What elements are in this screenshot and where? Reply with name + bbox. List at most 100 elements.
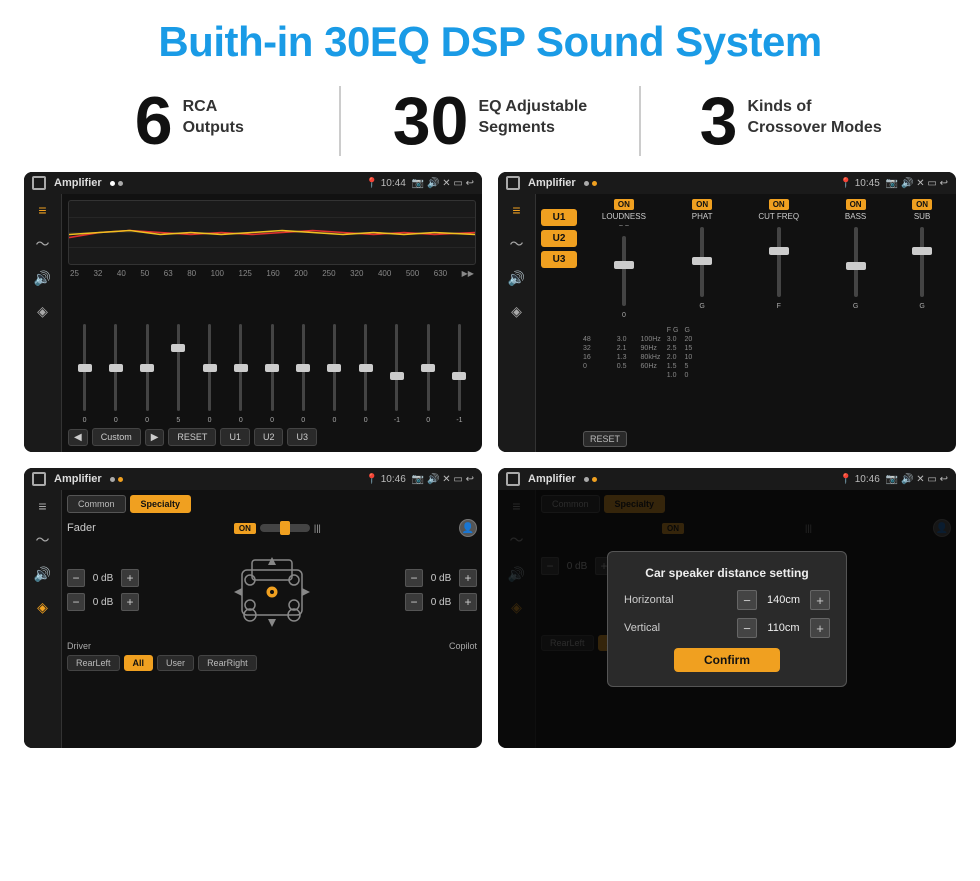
slider-track-11[interactable]	[395, 324, 398, 411]
sub-thumb[interactable]	[912, 247, 932, 255]
slider-thumb-4[interactable]	[171, 344, 185, 352]
vol-right-2-plus[interactable]: +	[459, 593, 477, 611]
slider-thumb-8[interactable]	[296, 364, 310, 372]
amp-icon-speaker[interactable]: 🔊	[508, 270, 525, 287]
phat-thumb[interactable]	[692, 257, 712, 265]
vol-left-2-plus[interactable]: +	[121, 593, 139, 611]
slider-thumb-2[interactable]	[109, 364, 123, 372]
slider-track-10[interactable]	[364, 324, 367, 411]
fader-icon-wave[interactable]: 〜	[36, 530, 50, 550]
amp-icon-balance[interactable]: ◈	[511, 303, 522, 320]
loudness-thumb[interactable]	[614, 261, 634, 269]
home-icon-3[interactable]	[32, 472, 46, 486]
fader-track[interactable]	[260, 524, 310, 532]
dialog-confirm-button[interactable]: Confirm	[674, 648, 780, 672]
slider-thumb-3[interactable]	[140, 364, 154, 372]
eq-icon-eq[interactable]: ≡	[38, 202, 46, 218]
eq-icon-wave[interactable]: 〜	[36, 234, 50, 254]
dialog-horizontal-minus[interactable]: −	[737, 590, 757, 610]
sub-slider[interactable]	[920, 227, 924, 297]
slider-thumb-10[interactable]	[359, 364, 373, 372]
phat-slider[interactable]	[700, 227, 704, 297]
vol-left-2-minus[interactable]: −	[67, 593, 85, 611]
vol-left-1-minus[interactable]: −	[67, 569, 85, 587]
eq-u2-btn[interactable]: U2	[254, 428, 284, 446]
dialog-horizontal-plus[interactable]: +	[810, 590, 830, 610]
btn-user[interactable]: User	[157, 655, 194, 671]
ch-phat-on[interactable]: ON	[692, 199, 712, 210]
slider-thumb-7[interactable]	[265, 364, 279, 372]
preset-u3[interactable]: U3	[541, 251, 577, 268]
btn-rearright[interactable]: RearRight	[198, 655, 257, 671]
dialog-vertical-plus[interactable]: +	[810, 618, 830, 638]
slider-thumb-1[interactable]	[78, 364, 92, 372]
ch-sub-on[interactable]: ON	[912, 199, 932, 210]
fader-icon-eq[interactable]: ≡	[38, 498, 46, 514]
slider-track-8[interactable]	[302, 324, 305, 411]
ch-bass-on[interactable]: ON	[846, 199, 866, 210]
person-icon[interactable]: 👤	[459, 519, 477, 537]
vol-row-3: − 0 dB +	[405, 569, 477, 587]
eq-icon-balance[interactable]: ◈	[37, 303, 48, 320]
slider-thumb-5[interactable]	[203, 364, 217, 372]
amp-reset-btn[interactable]: RESET	[583, 431, 627, 447]
tab-common[interactable]: Common	[67, 495, 126, 513]
slider-track-6[interactable]	[239, 324, 242, 411]
eq-icon-speaker[interactable]: 🔊	[34, 270, 51, 287]
status-dots-2	[584, 181, 597, 186]
amp-icon-eq[interactable]: ≡	[512, 202, 520, 218]
preset-u2[interactable]: U2	[541, 230, 577, 247]
eq-u1-btn[interactable]: U1	[220, 428, 250, 446]
ch-cutfreq-on[interactable]: ON	[769, 199, 789, 210]
tab-specialty[interactable]: Specialty	[130, 495, 192, 513]
eq-slider-4: 5	[164, 324, 193, 424]
eq-u3-btn[interactable]: U3	[287, 428, 317, 446]
bass-thumb[interactable]	[846, 262, 866, 270]
vol-right-1-minus[interactable]: −	[405, 569, 423, 587]
cutfreq-slider[interactable]	[777, 227, 781, 297]
slider-thumb-6[interactable]	[234, 364, 248, 372]
vol-left-1-plus[interactable]: +	[121, 569, 139, 587]
fader-icon-balance[interactable]: ◈	[37, 599, 48, 616]
btn-rearleft[interactable]: RearLeft	[67, 655, 120, 671]
slider-track-13[interactable]	[458, 324, 461, 411]
slider-track-3[interactable]	[146, 324, 149, 411]
slider-track-5[interactable]	[208, 324, 211, 411]
fader-thumb[interactable]	[280, 521, 290, 535]
fader-icon-speaker[interactable]: 🔊	[34, 566, 51, 583]
ch-sub-val: G	[919, 303, 924, 310]
slider-track-12[interactable]	[427, 324, 430, 411]
dialog-vertical-minus[interactable]: −	[737, 618, 757, 638]
eq-next-btn[interactable]: ▶	[145, 429, 165, 446]
ch-loudness-on[interactable]: ON	[614, 199, 634, 210]
home-icon-1[interactable]	[32, 176, 46, 190]
eq-prev-btn[interactable]: ◀	[68, 429, 88, 446]
fader-on-badge[interactable]: ON	[234, 523, 256, 534]
slider-track-1[interactable]	[83, 324, 86, 411]
page-title: Buith-in 30EQ DSP Sound System	[0, 0, 980, 78]
slider-thumb-9[interactable]	[327, 364, 341, 372]
preset-u1[interactable]: U1	[541, 209, 577, 226]
btn-all[interactable]: All	[124, 655, 154, 671]
cutfreq-thumb[interactable]	[769, 247, 789, 255]
slider-track-4[interactable]	[177, 324, 180, 411]
slider-thumb-12[interactable]	[421, 364, 435, 372]
amp-icon-wave[interactable]: 〜	[510, 234, 524, 254]
bass-slider[interactable]	[854, 227, 858, 297]
status-dots-4	[584, 477, 597, 482]
slider-thumb-11[interactable]	[390, 372, 404, 380]
slider-thumb-13[interactable]	[452, 372, 466, 380]
slider-track-2[interactable]	[114, 324, 117, 411]
eq-content: 2532405063 80100125160200 25032040050063…	[62, 194, 482, 452]
dialog-horizontal-label: Horizontal	[624, 594, 694, 606]
home-icon-2[interactable]	[506, 176, 520, 190]
eq-reset-btn[interactable]: RESET	[168, 428, 216, 446]
slider-val-8: 0	[301, 417, 305, 424]
slider-track-7[interactable]	[271, 324, 274, 411]
home-icon-4[interactable]	[506, 472, 520, 486]
slider-track-9[interactable]	[333, 324, 336, 411]
vol-right-1-plus[interactable]: +	[459, 569, 477, 587]
vol-right-2-minus[interactable]: −	[405, 593, 423, 611]
loudness-slider[interactable]	[622, 236, 626, 306]
eq-preset-custom[interactable]: Custom	[92, 428, 141, 446]
